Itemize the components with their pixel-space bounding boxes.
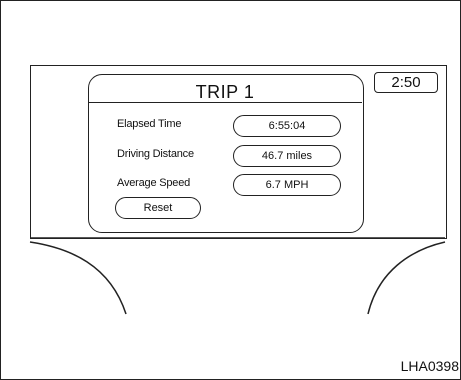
average-speed-label: Average Speed xyxy=(117,177,191,189)
title-divider xyxy=(88,102,362,103)
reset-button[interactable]: Reset xyxy=(115,197,201,219)
elapsed-time-value: 6:55:04 xyxy=(233,115,341,137)
clock-display: 2:50 xyxy=(374,72,438,93)
trip-title: TRIP 1 xyxy=(195,82,255,102)
elapsed-time-label: Elapsed Time xyxy=(117,118,182,130)
driving-distance-label: Driving Distance xyxy=(117,148,194,160)
driving-distance-value: 46.7 miles xyxy=(233,145,341,167)
average-speed-value: 6.7 MPH xyxy=(233,174,341,196)
figure-code: LHA0398 xyxy=(400,358,459,374)
